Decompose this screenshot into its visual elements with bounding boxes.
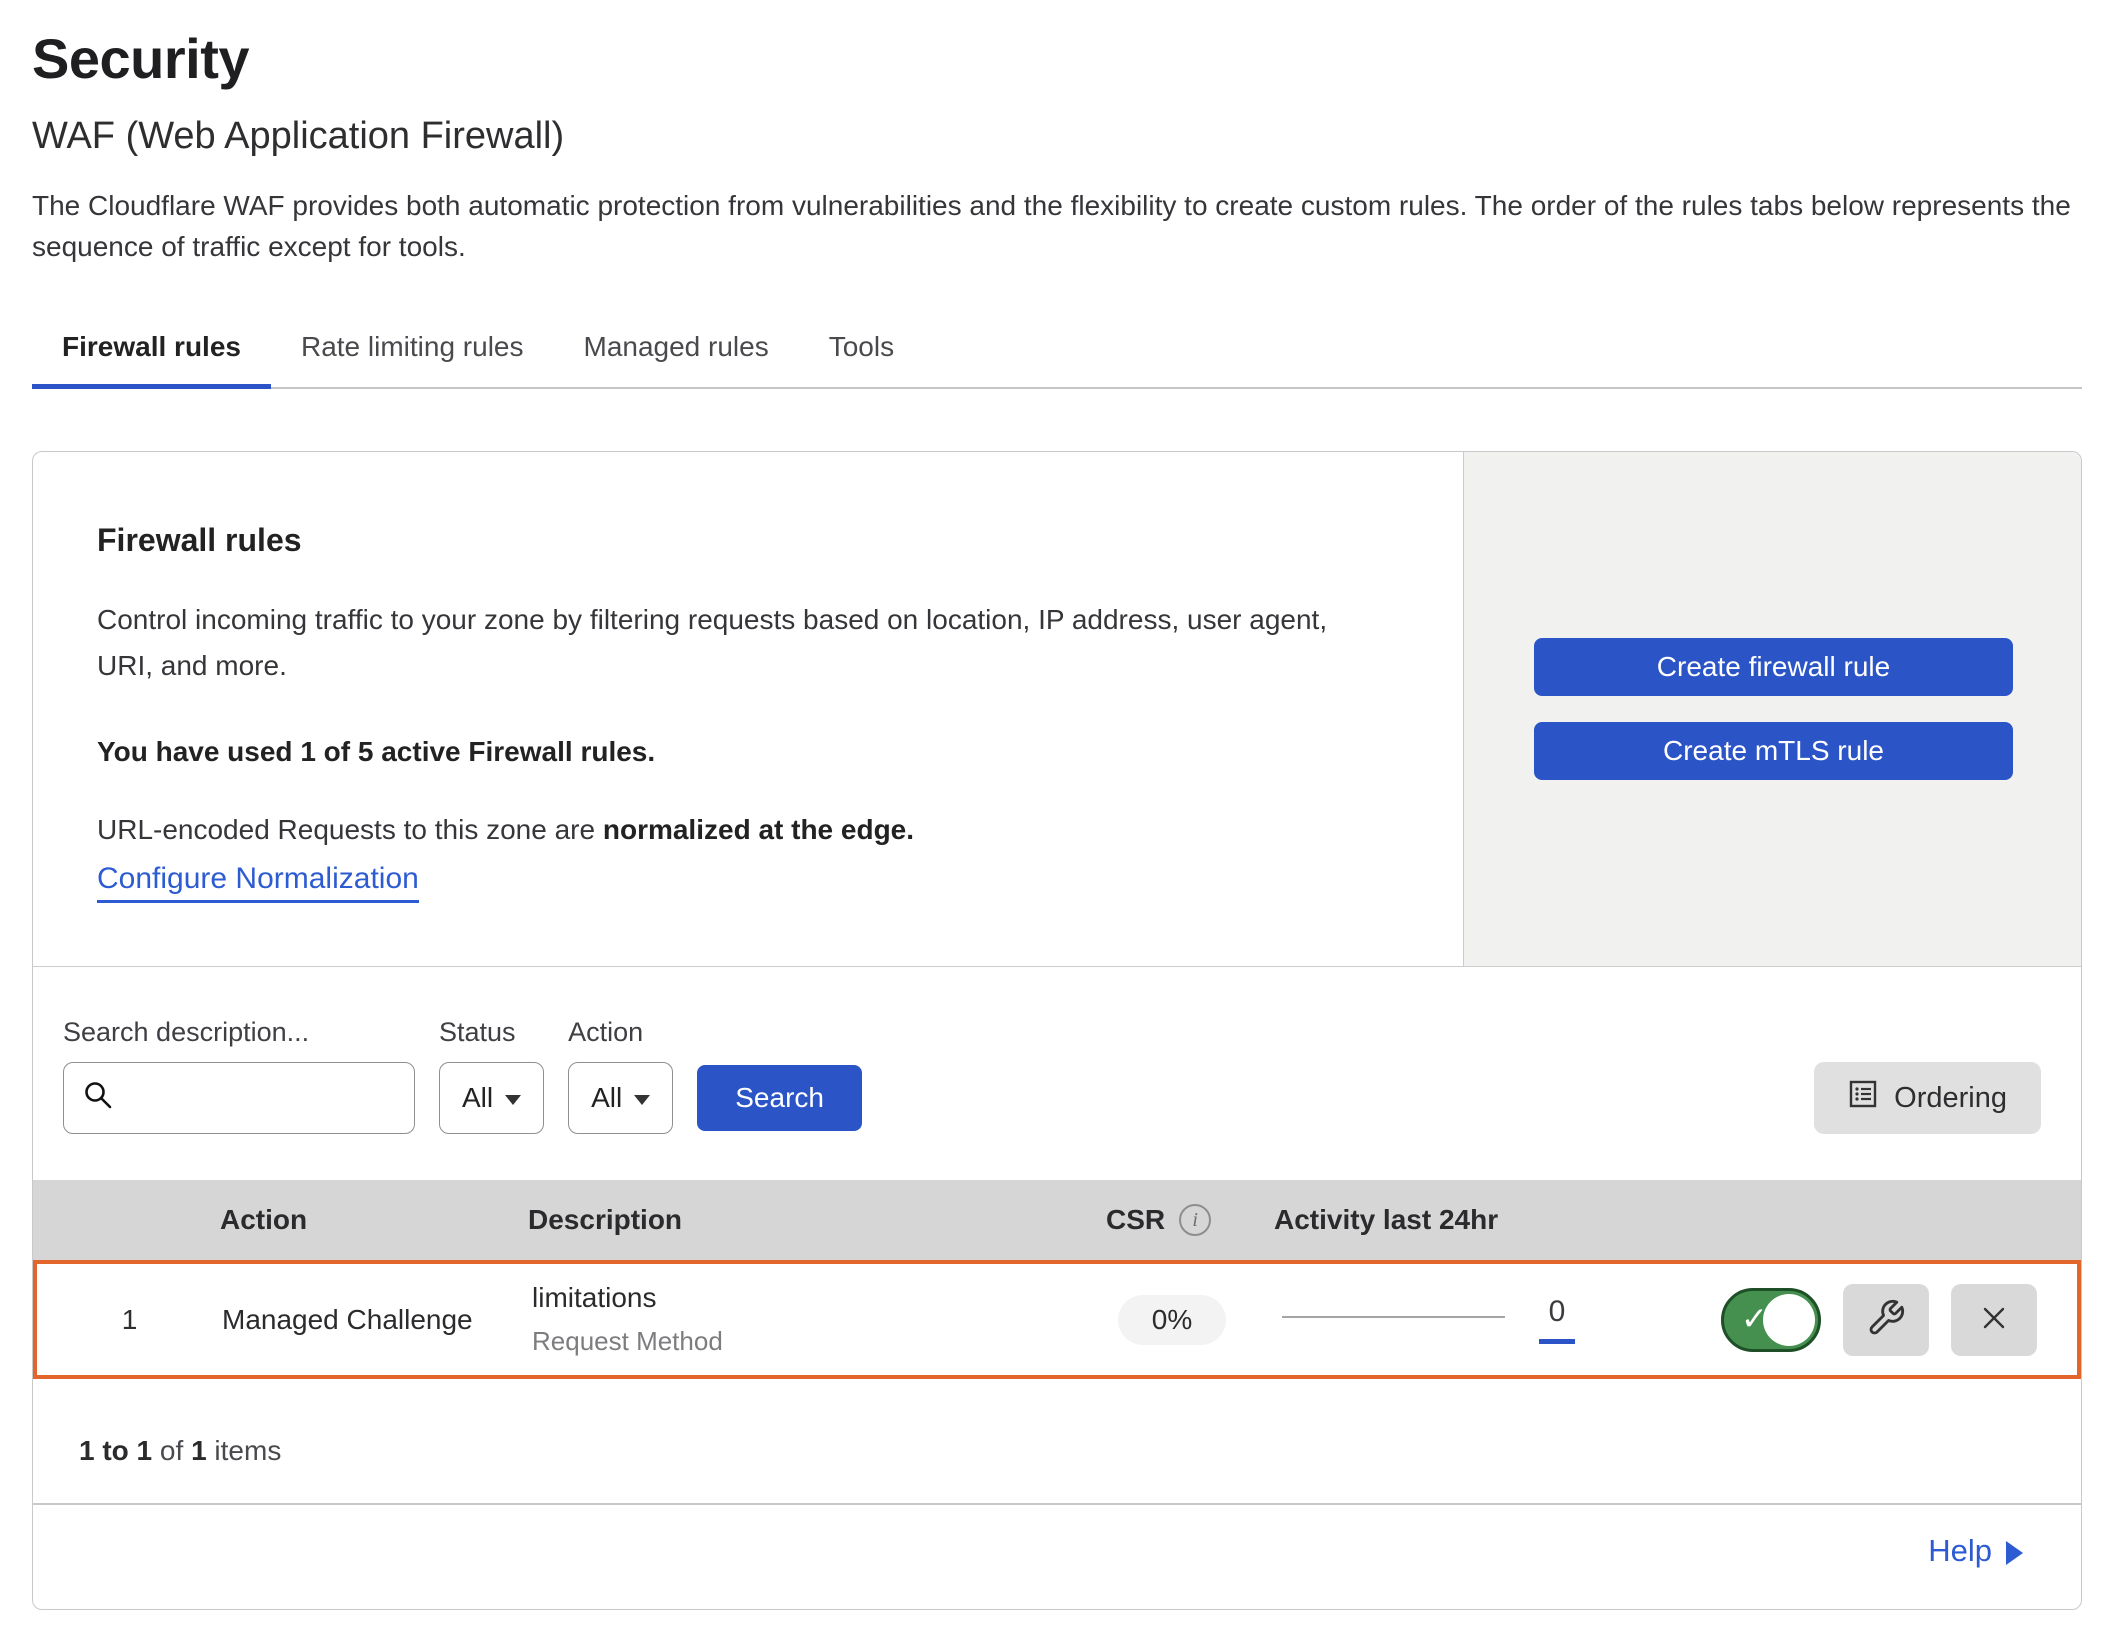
rule-description-cell: limitations Request Method [532,1282,1082,1357]
page-title: Security [32,26,2082,91]
tab-managed-rules[interactable]: Managed rules [554,319,799,387]
action-select[interactable]: All [568,1062,673,1134]
toggle-knob [1763,1294,1815,1346]
normalization-line: URL-encoded Requests to this zone are no… [97,814,1423,846]
actions-panel: Create firewall rule Create mTLS rule [1463,452,2081,966]
create-mtls-rule-button[interactable]: Create mTLS rule [1534,722,2013,780]
action-select-value: All [591,1082,622,1114]
activity-column-header: Activity last 24hr [1266,1204,1626,1236]
search-label: Search description... [63,1017,415,1048]
description-column-header: Description [528,1204,1086,1236]
chevron-down-icon [634,1095,650,1105]
status-select[interactable]: All [439,1062,544,1134]
info-icon[interactable]: i [1179,1204,1211,1236]
pagination-range: 1 to 1 [79,1435,152,1466]
close-icon [1976,1300,2012,1339]
security-waf-page: Security WAF (Web Application Firewall) … [0,0,2114,1610]
action-group: Action All [568,1017,673,1134]
activity-legend-dash [1539,1339,1575,1344]
activity-sparkline [1282,1316,1505,1318]
status-label: Status [439,1017,544,1048]
normalization-prefix: URL-encoded Requests to this zone are [97,814,603,845]
rule-action: Managed Challenge [222,1304,532,1336]
pagination: 1 to 1 of 1 items [33,1379,2081,1503]
tab-firewall-rules[interactable]: Firewall rules [32,319,271,387]
search-button[interactable]: Search [697,1065,862,1131]
waf-tabs: Firewall rules Rate limiting rules Manag… [32,319,2082,389]
ordering-button[interactable]: Ordering [1814,1062,2041,1134]
rule-priority: 1 [37,1304,222,1336]
firewall-rules-info: Firewall rules Control incoming traffic … [33,452,1463,966]
pagination-of: of [152,1435,191,1466]
arrow-right-icon [2006,1541,2023,1565]
rule-enabled-toggle[interactable]: ✓ [1721,1288,1821,1352]
csr-badge: 0% [1118,1295,1226,1345]
status-select-value: All [462,1082,493,1114]
filter-bar: Search description... Status All Action … [33,966,2081,1180]
action-label: Action [568,1017,673,1048]
csr-column-header: CSR i [1086,1204,1266,1236]
table-row: 1 Managed Challenge limitations Request … [33,1260,2081,1379]
table-header: Action Description CSR i Activity last 2… [33,1180,2081,1260]
rule-description: limitations [532,1282,1082,1314]
rule-expression: Request Method [532,1326,1082,1357]
create-firewall-rule-button[interactable]: Create firewall rule [1534,638,2013,696]
wrench-icon [1866,1298,1906,1341]
pagination-items: items [207,1435,282,1466]
search-icon [82,1079,116,1118]
search-input[interactable] [63,1062,415,1134]
edit-rule-button[interactable] [1843,1284,1929,1356]
tab-tools[interactable]: Tools [799,319,924,387]
normalization-bold: normalized at the edge. [603,814,914,845]
help-link[interactable]: Help [1928,1533,2023,1569]
search-group: Search description... [63,1017,415,1134]
chevron-down-icon [505,1095,521,1105]
page-subtitle: WAF (Web Application Firewall) [32,115,2082,158]
card-description: Control incoming traffic to your zone by… [97,597,1387,689]
card-top-section: Firewall rules Control incoming traffic … [33,452,2081,966]
delete-rule-button[interactable] [1951,1284,2037,1356]
activity-value: 0 [1539,1295,1575,1344]
rule-csr-cell: 0% [1082,1295,1262,1345]
list-icon [1848,1079,1878,1117]
firewall-rules-card: Firewall rules Control incoming traffic … [32,451,2082,1610]
status-group: Status All [439,1017,544,1134]
help-row: Help [33,1503,2081,1609]
ordering-button-label: Ordering [1894,1082,2007,1115]
csr-header-label: CSR [1106,1204,1165,1236]
action-column-header: Action [218,1204,528,1236]
rule-activity-cell: 0 [1262,1295,1622,1344]
card-heading: Firewall rules [97,522,1423,559]
rule-controls: ✓ [1622,1284,2077,1356]
help-label: Help [1928,1533,1992,1569]
page-description: The Cloudflare WAF provides both automat… [32,186,2082,267]
configure-normalization-link[interactable]: Configure Normalization [97,862,419,903]
usage-line: You have used 1 of 5 active Firewall rul… [97,736,1423,768]
activity-count-link[interactable]: 0 [1549,1295,1566,1329]
tab-rate-limiting-rules[interactable]: Rate limiting rules [271,319,554,387]
pagination-total: 1 [191,1435,207,1466]
